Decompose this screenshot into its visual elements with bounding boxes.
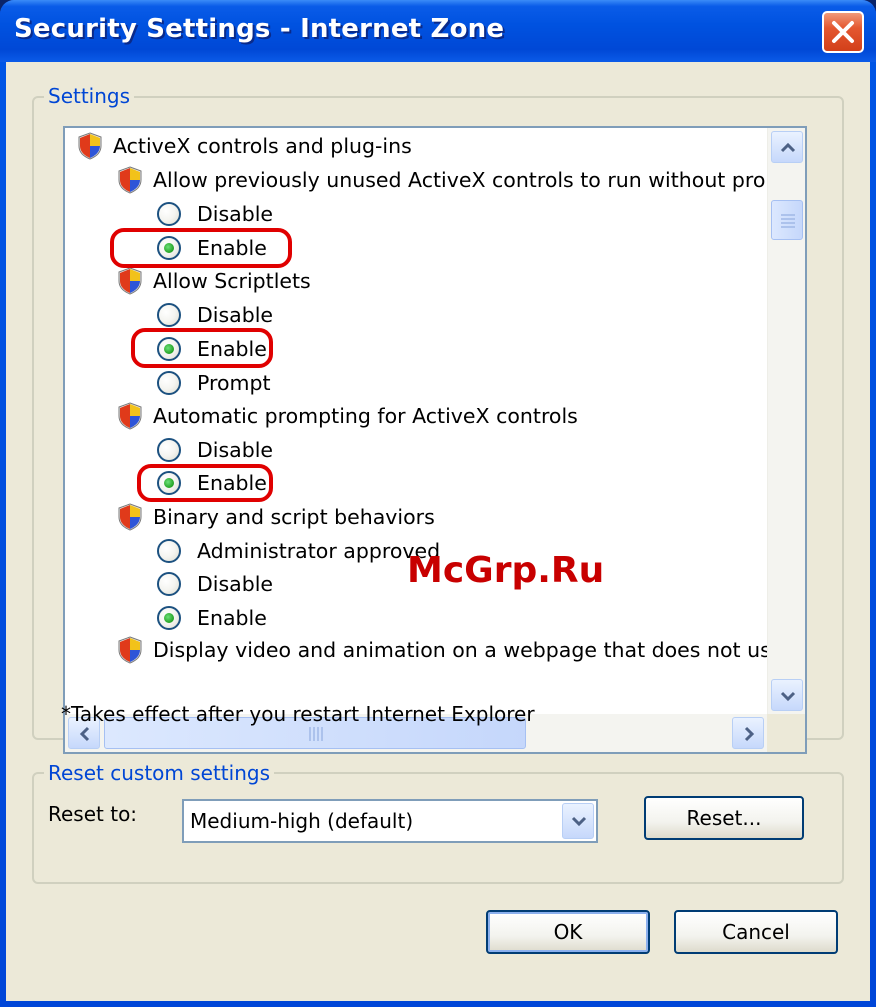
security-shield-icon [118, 267, 142, 295]
grip-icon [309, 727, 323, 741]
radio-label: Prompt [197, 371, 271, 395]
radio-label: Administrator approved [197, 539, 441, 563]
security-shield-icon [118, 402, 142, 430]
radio-button[interactable] [157, 572, 181, 596]
radio-label: Disable [197, 303, 274, 327]
tree-setting-allow-scriptlets: Allow Scriptlets [117, 265, 311, 297]
chevron-left-icon [79, 726, 90, 742]
tree-item-text: Allow previously unused ActiveX controls… [153, 168, 767, 192]
radio-button[interactable] [157, 371, 181, 395]
radio-button[interactable] [157, 202, 181, 226]
dropdown-button[interactable] [562, 803, 594, 839]
highlight-ring [131, 328, 273, 368]
vertical-scrollbar[interactable] [767, 128, 805, 714]
highlight-ring [110, 228, 292, 268]
tree-item-text: Automatic prompting for ActiveX controls [153, 404, 578, 428]
radio-button[interactable] [157, 303, 181, 327]
scrollbar-corner [767, 714, 805, 752]
tree-category-activex: ActiveX controls and plug-ins [77, 130, 412, 162]
scroll-right-button[interactable] [732, 717, 764, 749]
vertical-scroll-thumb[interactable] [771, 200, 803, 240]
reset-button[interactable]: Reset... [644, 796, 804, 840]
restart-note: *Takes effect after you restart Internet… [61, 702, 535, 726]
tree-item-text: Allow Scriptlets [153, 269, 311, 293]
tree-setting-allow-unused-activex: Allow previously unused ActiveX controls… [117, 164, 767, 196]
radio-label: Disable [197, 572, 274, 596]
reset-group-label: Reset custom settings [44, 761, 274, 785]
radio-option-disable[interactable]: Disable [157, 434, 273, 466]
tree-item-text: Display video and animation on a webpage… [153, 638, 767, 662]
security-settings-window: Security Settings - Internet Zone Settin… [0, 0, 876, 1007]
ok-button[interactable]: OK [486, 910, 650, 954]
radio-option-enable[interactable]: Enable [157, 602, 267, 634]
tree-setting-binary-script-behaviors: Binary and script behaviors [117, 501, 435, 533]
radio-button[interactable] [157, 539, 181, 563]
chevron-down-icon [571, 816, 587, 827]
radio-option-disable[interactable]: Disable [157, 568, 273, 600]
close-icon [832, 21, 854, 43]
cancel-button[interactable]: Cancel [674, 910, 838, 954]
radio-button-checked[interactable] [157, 606, 181, 630]
settings-tree-list[interactable]: ActiveX controls and plug-ins Allow prev… [63, 126, 807, 754]
highlight-ring [137, 464, 273, 502]
radio-label: Disable [197, 202, 274, 226]
title-bar[interactable]: Security Settings - Internet Zone [0, 0, 876, 62]
dialog-body: Settings ActiveX controls and plug-ins A… [6, 62, 870, 1001]
radio-option-prompt[interactable]: Prompt [157, 367, 271, 399]
radio-button[interactable] [157, 438, 181, 462]
radio-option-administrator-approved[interactable]: Administrator approved [157, 535, 440, 567]
radio-label: Disable [197, 438, 274, 462]
tree-item-text: ActiveX controls and plug-ins [113, 134, 412, 158]
chevron-up-icon [780, 142, 796, 153]
reset-to-selected-value: Medium-high (default) [190, 809, 414, 833]
scroll-up-button[interactable] [771, 131, 803, 163]
tree-setting-display-video: Display video and animation on a webpage… [117, 634, 767, 666]
radio-option-disable[interactable]: Disable [157, 198, 273, 230]
settings-group-label: Settings [44, 84, 135, 108]
security-shield-icon [118, 636, 142, 664]
radio-label: Enable [197, 606, 267, 630]
security-shield-icon [118, 166, 142, 194]
reset-to-dropdown[interactable]: Medium-high (default) [182, 799, 598, 843]
chevron-down-icon [780, 691, 796, 702]
security-shield-icon [78, 132, 102, 160]
grip-icon [781, 214, 795, 228]
security-shield-icon [118, 503, 142, 531]
window-title: Security Settings - Internet Zone [14, 14, 505, 44]
watermark-text: McGrp.Ru [407, 550, 605, 591]
settings-tree-content: ActiveX controls and plug-ins Allow prev… [65, 128, 767, 714]
close-button[interactable] [822, 11, 864, 53]
chevron-right-icon [744, 726, 755, 742]
reset-to-label: Reset to: [48, 802, 138, 826]
tree-setting-automatic-prompting: Automatic prompting for ActiveX controls [117, 400, 578, 432]
tree-item-text: Binary and script behaviors [153, 505, 435, 529]
radio-option-disable[interactable]: Disable [157, 299, 273, 331]
scroll-down-button[interactable] [771, 679, 803, 711]
